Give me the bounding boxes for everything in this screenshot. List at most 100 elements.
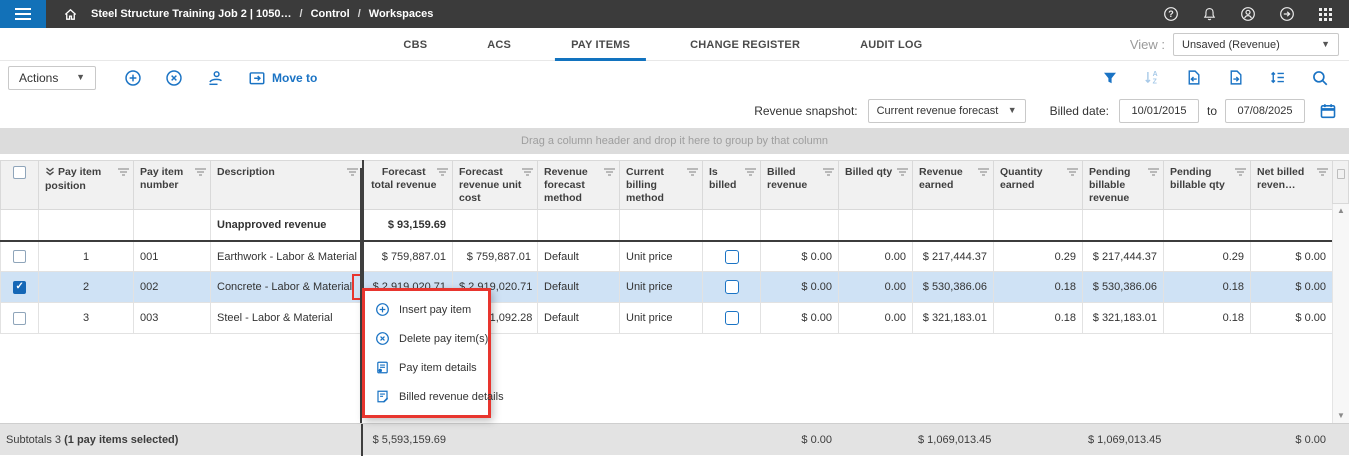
revenue-earned-cell: $ 530,386.06 [913, 272, 994, 303]
assign-icon[interactable] [206, 69, 225, 87]
calendar-icon[interactable] [1319, 102, 1337, 120]
workspace-tab-bar: CBS ACS PAY ITEMS CHANGE REGISTER AUDIT … [0, 28, 1349, 61]
pending-billable-revenue-cell: $ 321,183.01 [1083, 303, 1164, 334]
column-filter-icon[interactable] [1317, 168, 1328, 176]
apps-waffle-icon[interactable] [1318, 7, 1333, 22]
pending-billable-qty-cell: 0.29 [1164, 241, 1251, 272]
billed-date-from-input[interactable] [1119, 99, 1199, 123]
tab-pay-items[interactable]: PAY ITEMS [541, 28, 660, 61]
is-billed-checkbox[interactable] [725, 280, 739, 294]
col-header-pay-item-number[interactable]: Pay item number [134, 161, 211, 210]
chevron-down-icon: ▼ [76, 73, 85, 82]
row-selector-checkbox[interactable] [13, 250, 26, 263]
move-to-button[interactable]: Move to [248, 69, 317, 87]
grid-toolbar: Actions ▼ Move to AZ [0, 61, 1349, 94]
column-filter-icon[interactable] [1235, 168, 1246, 176]
column-filter-icon[interactable] [522, 168, 533, 176]
menu-item-billed-revenue-details[interactable]: Billed revenue details [365, 382, 488, 411]
actions-button[interactable]: Actions ▼ [8, 66, 96, 90]
pay-item-row[interactable]: 1 001 Earthwork - Labor & Material $ 759… [1, 241, 1333, 272]
group-by-drop-zone[interactable]: Drag a column header and drop it here to… [0, 128, 1349, 154]
tab-change-register[interactable]: CHANGE REGISTER [660, 28, 830, 61]
scroll-up-icon[interactable]: ▲ [1337, 207, 1345, 215]
add-pay-item-icon[interactable] [124, 69, 142, 87]
is-billed-checkbox[interactable] [725, 250, 739, 264]
col-header-pending-billable-qty[interactable]: Pending billable qty [1164, 161, 1251, 210]
subtotal-net-billed-revenue: $ 0.00 [1250, 424, 1332, 456]
column-filter-icon[interactable] [604, 168, 615, 176]
col-header-pay-item-position[interactable]: Pay item position [39, 161, 134, 210]
pay-item-row[interactable]: 3 003 Steel - Labor & Material $ 1,821,0… [1, 303, 1333, 334]
notifications-bell-icon[interactable] [1202, 6, 1217, 22]
revenue-forecast-method-cell: Default [538, 272, 620, 303]
column-filter-icon[interactable] [1067, 168, 1078, 176]
sort-descending-icon [45, 167, 55, 179]
select-all-checkbox[interactable] [13, 166, 26, 179]
menu-item-pay-item-details[interactable]: Pay item details [365, 353, 488, 382]
search-icon[interactable] [1311, 69, 1329, 87]
column-options-icon[interactable] [1332, 160, 1349, 204]
col-header-description[interactable]: Description [211, 161, 363, 210]
row-height-icon[interactable] [1269, 69, 1286, 86]
hamburger-menu-icon[interactable] [0, 0, 46, 28]
col-header-net-billed-revenue[interactable]: Net billed reven… [1251, 161, 1333, 210]
billed-qty-cell: 0.00 [839, 303, 913, 334]
column-filter-icon[interactable] [687, 168, 698, 176]
billed-date-label: Billed date: [1050, 104, 1109, 118]
revenue-snapshot-dropdown[interactable]: Current revenue forecast ▼ [868, 99, 1026, 123]
billed-date-to-input[interactable] [1225, 99, 1305, 123]
top-bar: Steel Structure Training Job 2 | 1050… /… [0, 0, 1349, 28]
column-filter-icon[interactable] [195, 168, 206, 176]
menu-item-insert-pay-item[interactable]: Insert pay item [365, 295, 488, 324]
export-icon[interactable] [1227, 69, 1244, 86]
filter-icon[interactable] [1102, 70, 1118, 86]
help-icon[interactable]: ? [1163, 6, 1179, 22]
sort-icon[interactable]: AZ [1143, 69, 1160, 86]
account-icon[interactable] [1240, 6, 1256, 22]
column-filter-icon[interactable] [823, 168, 834, 176]
ineight-logo-icon[interactable] [1279, 6, 1295, 22]
import-icon[interactable] [1185, 69, 1202, 86]
column-filter-icon[interactable] [1148, 168, 1159, 176]
row-selector-checkbox[interactable] [13, 312, 26, 325]
tab-cbs[interactable]: CBS [373, 28, 457, 61]
pending-billable-revenue-cell: $ 530,386.06 [1083, 272, 1164, 303]
breadcrumb-project[interactable]: Steel Structure Training Job 2 | 1050… [91, 8, 292, 20]
view-dropdown[interactable]: Unsaved (Revenue) ▼ [1173, 33, 1339, 56]
quantity-earned-cell: 0.29 [994, 241, 1083, 272]
scroll-down-icon[interactable]: ▼ [1337, 412, 1345, 420]
pending-billable-qty-cell: 0.18 [1164, 272, 1251, 303]
pay-item-row-selected[interactable]: 2 002 Concrete - Labor & Material ⋮ $ 2,… [1, 272, 1333, 303]
column-filter-icon[interactable] [347, 168, 358, 176]
row-selector-checkbox[interactable] [13, 281, 26, 294]
col-header-billed-qty[interactable]: Billed qty [839, 161, 913, 210]
tab-acs[interactable]: ACS [457, 28, 541, 61]
col-header-pending-billable-revenue[interactable]: Pending billable revenue [1083, 161, 1164, 210]
column-filter-icon[interactable] [745, 168, 756, 176]
vertical-scrollbar[interactable]: ▲ ▼ [1332, 204, 1349, 423]
delete-pay-item-icon[interactable] [165, 69, 183, 87]
column-filter-icon[interactable] [437, 168, 448, 176]
current-billing-method-cell: Unit price [620, 272, 703, 303]
menu-item-delete-pay-item[interactable]: Delete pay item(s) [365, 324, 488, 353]
breadcrumb-control[interactable]: Control [311, 8, 350, 20]
tab-audit-log[interactable]: AUDIT LOG [830, 28, 952, 61]
column-filter-icon[interactable] [978, 168, 989, 176]
col-header-forecast-revenue-unit-cost[interactable]: Forecast revenue unit cost [453, 161, 538, 210]
col-header-current-billing-method[interactable]: Current billing method [620, 161, 703, 210]
move-to-icon [248, 69, 266, 87]
pay-item-number-cell: 003 [134, 303, 211, 334]
col-header-revenue-forecast-method[interactable]: Revenue forecast method [538, 161, 620, 210]
col-header-billed-revenue[interactable]: Billed revenue [761, 161, 839, 210]
description-cell: Concrete - Labor & Material ⋮ [211, 272, 363, 303]
column-filter-icon[interactable] [118, 168, 129, 176]
col-header-quantity-earned[interactable]: Quantity earned [994, 161, 1083, 210]
col-header-revenue-earned[interactable]: Revenue earned [913, 161, 994, 210]
breadcrumb-workspaces[interactable]: Workspaces [369, 8, 434, 20]
col-header-is-billed[interactable]: Is billed [703, 161, 761, 210]
column-filter-icon[interactable] [897, 168, 908, 176]
home-icon[interactable] [63, 7, 78, 22]
col-header-forecast-total-revenue[interactable]: Forecast total revenue [363, 161, 453, 210]
pay-item-number-cell: 001 [134, 241, 211, 272]
is-billed-checkbox[interactable] [725, 311, 739, 325]
